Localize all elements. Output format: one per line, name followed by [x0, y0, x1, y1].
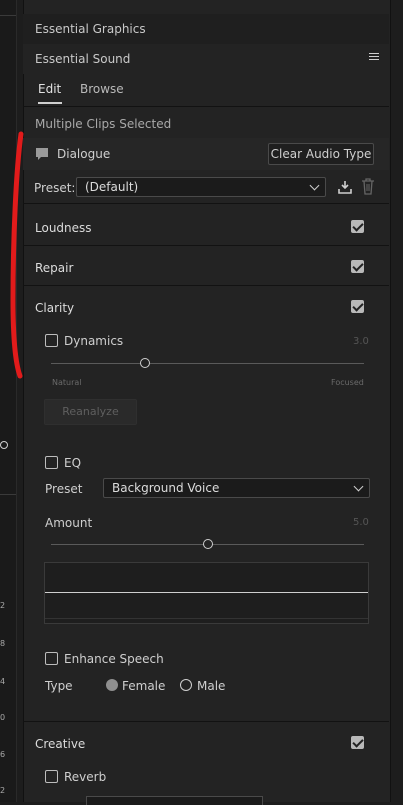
divider: [23, 721, 389, 722]
clarity-section-title[interactable]: Clarity: [35, 301, 74, 315]
repair-checkbox[interactable]: [351, 260, 364, 273]
divider: [23, 245, 389, 246]
selection-status: Multiple Clips Selected: [35, 117, 172, 131]
dynamics-label: Dynamics: [64, 334, 124, 348]
ruler-tick: 8: [0, 639, 6, 648]
dialogue-icon: [36, 148, 48, 160]
reverb-label: Reverb: [64, 770, 107, 784]
delete-preset-icon[interactable]: [361, 178, 375, 195]
eq-preset-value: Background Voice: [112, 481, 220, 495]
male-label: Male: [197, 679, 226, 693]
tab-edit[interactable]: Edit: [38, 82, 61, 96]
female-label: Female: [122, 679, 166, 693]
divider: [23, 106, 389, 107]
eq-checkbox[interactable]: [45, 456, 58, 469]
creative-checkbox[interactable]: [351, 736, 364, 749]
preset-value: (Default): [85, 180, 139, 194]
reverb-checkbox[interactable]: [45, 770, 58, 783]
dynamics-min-label: Natural: [52, 378, 82, 387]
amount-slider-knob[interactable]: [202, 539, 213, 549]
dynamics-max-label: Focused: [331, 378, 364, 387]
reanalyze-button[interactable]: Reanalyze: [44, 399, 137, 425]
preset-label: Preset:: [34, 181, 76, 195]
eq-grid-line: [45, 618, 368, 619]
amount-label: Amount: [45, 516, 93, 530]
creative-section-title[interactable]: Creative: [35, 737, 85, 751]
ruler-tick: 6: [0, 750, 6, 759]
clarity-checkbox[interactable]: [351, 300, 364, 313]
tab-browse[interactable]: Browse: [80, 82, 124, 96]
tab-bar: Edit Browse: [23, 78, 389, 104]
ruler-tick: 2: [0, 601, 6, 610]
eq-label: EQ: [64, 456, 82, 470]
enhance-speech-checkbox[interactable]: [45, 652, 58, 665]
preset-select[interactable]: (Default): [76, 177, 326, 197]
timeline-strip: 2 8 4 0 6 2: [0, 0, 17, 802]
dynamics-value: 3.0: [353, 336, 369, 347]
enhance-speech-label: Enhance Speech: [64, 652, 164, 666]
audio-type-label: Dialogue: [57, 147, 111, 161]
chevron-down-icon: [353, 481, 364, 492]
essential-sound-header[interactable]: Essential Sound: [23, 44, 389, 74]
female-radio[interactable]: [106, 679, 118, 691]
eq-preset-select[interactable]: Background Voice: [103, 478, 370, 498]
panel-menu-icon[interactable]: [369, 53, 379, 62]
eq-curve-display: [44, 562, 369, 624]
eq-curve-line: [45, 592, 368, 593]
strip-divider: [0, 494, 16, 495]
male-radio[interactable]: [180, 679, 192, 691]
eq-preset-label: Preset: [45, 482, 83, 496]
essential-graphics-header[interactable]: Essential Graphics: [23, 14, 389, 45]
clear-audio-type-button[interactable]: Clear Audio Type: [268, 143, 374, 165]
divider: [23, 285, 389, 286]
audio-type-row: Dialogue Clear Audio Type: [23, 138, 389, 170]
reverb-preset-select[interactable]: [86, 796, 263, 805]
loudness-section-title[interactable]: Loudness: [35, 221, 92, 235]
ruler-tick: 2: [0, 786, 6, 795]
type-label: Type: [45, 679, 73, 693]
panel-title: Essential Sound: [35, 52, 131, 66]
panel-title: Essential Graphics: [35, 22, 146, 36]
dynamics-checkbox[interactable]: [45, 334, 58, 347]
red-annotation-mark: [10, 131, 24, 379]
amount-value: 5.0: [353, 517, 369, 528]
ruler-tick: 0: [0, 713, 6, 722]
strip-knob-icon[interactable]: [0, 441, 8, 449]
repair-section-title[interactable]: Repair: [35, 261, 73, 275]
save-preset-icon[interactable]: [337, 179, 353, 195]
divider: [23, 203, 389, 204]
active-tab-indicator: [38, 102, 62, 104]
loudness-checkbox[interactable]: [351, 220, 364, 233]
chevron-down-icon: [309, 180, 320, 191]
ruler-tick: 4: [0, 677, 6, 686]
dynamics-slider-track[interactable]: [51, 363, 364, 364]
dynamics-slider-knob[interactable]: [139, 358, 150, 368]
strip-divider: [0, 15, 16, 16]
